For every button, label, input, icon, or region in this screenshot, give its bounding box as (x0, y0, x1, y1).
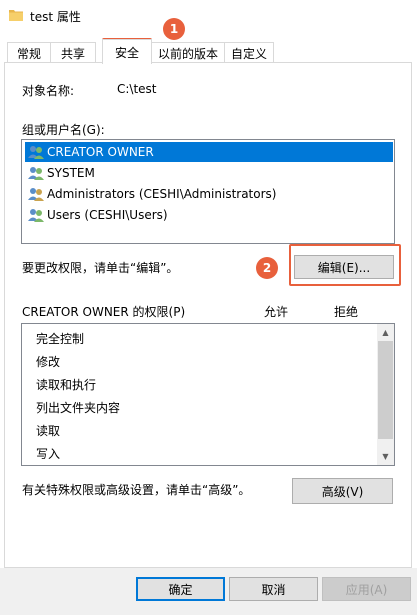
list-item[interactable]: SYSTEM (25, 163, 393, 183)
list-item-label: Users (CESHI\Users) (47, 208, 168, 222)
tab-general[interactable]: 常规 (7, 42, 51, 63)
step-badge-2: 2 (256, 257, 278, 279)
scroll-up-icon[interactable]: ▲ (377, 324, 394, 341)
permissions-scrollbar[interactable]: ▲ ▼ (377, 324, 394, 465)
allow-header: 允许 (264, 305, 289, 319)
permissions-header: CREATOR OWNER 的权限(P) (22, 305, 186, 319)
edit-button-label: 编辑(E)... (317, 260, 371, 275)
tab-security[interactable]: 安全 (102, 39, 152, 64)
advanced-button-label: 高级(V) (321, 484, 364, 499)
list-item-label: Administrators (CESHI\Administrators) (47, 187, 277, 201)
title-bar: test 属性 (0, 0, 417, 32)
folder-icon (9, 10, 23, 21)
tab-label: 共享 (60, 46, 85, 61)
cancel-button[interactable]: 取消 (229, 577, 318, 601)
tab-label: 自定义 (230, 46, 267, 61)
change-permissions-hint: 要更改权限，请单击“编辑”。 (22, 261, 179, 275)
step-badge-1: 1 (163, 18, 185, 40)
cancel-button-label: 取消 (261, 582, 286, 597)
advanced-hint: 有关特殊权限或高级设置，请单击“高级”。 (22, 483, 251, 497)
tab-label: 以前的版本 (157, 46, 218, 61)
users-icon (28, 188, 44, 201)
ok-button-label: 确定 (168, 582, 193, 597)
list-item: 读取 (36, 424, 61, 438)
apply-button-label: 应用(A) (345, 582, 388, 597)
deny-header: 拒绝 (334, 305, 359, 319)
tab-label: 安全 (114, 45, 139, 60)
window-title: test 属性 (30, 10, 81, 24)
object-name-label: 对象名称: (22, 84, 75, 98)
users-icon (28, 167, 44, 180)
list-item-label: SYSTEM (47, 166, 95, 180)
list-item[interactable]: CREATOR OWNER (25, 142, 393, 162)
list-item: 读取和执行 (36, 378, 97, 392)
users-icon (28, 146, 44, 159)
tab-strip: 常规 共享 安全 以前的版本 自定义 (0, 39, 417, 64)
tab-sharing[interactable]: 共享 (50, 42, 96, 63)
tab-previous-versions[interactable]: 以前的版本 (151, 42, 225, 63)
advanced-button[interactable]: 高级(V) (292, 478, 393, 504)
ok-button[interactable]: 确定 (136, 577, 225, 601)
tab-label: 常规 (16, 46, 41, 61)
list-item[interactable]: Users (CESHI\Users) (25, 205, 393, 225)
list-item-label: CREATOR OWNER (47, 145, 154, 159)
apply-button[interactable]: 应用(A) (322, 577, 411, 601)
permissions-list[interactable]: 完全控制 修改 读取和执行 列出文件夹内容 读取 写入 ▲ ▼ (21, 323, 395, 466)
list-item: 修改 (36, 355, 61, 369)
scroll-thumb[interactable] (378, 341, 393, 439)
list-item: 完全控制 (36, 332, 85, 346)
group-label: 组或用户名(G): (22, 123, 105, 137)
tab-customize[interactable]: 自定义 (224, 42, 274, 63)
edit-button[interactable]: 编辑(E)... (294, 255, 394, 279)
user-listbox[interactable]: CREATOR OWNER SYSTEM Administrators (CES… (21, 139, 395, 244)
scroll-down-icon[interactable]: ▼ (377, 448, 394, 465)
users-icon (28, 209, 44, 222)
list-item: 列出文件夹内容 (36, 401, 121, 415)
object-name-value: C:\test (117, 82, 157, 96)
list-item[interactable]: Administrators (CESHI\Administrators) (25, 184, 393, 204)
list-item: 写入 (36, 447, 61, 461)
